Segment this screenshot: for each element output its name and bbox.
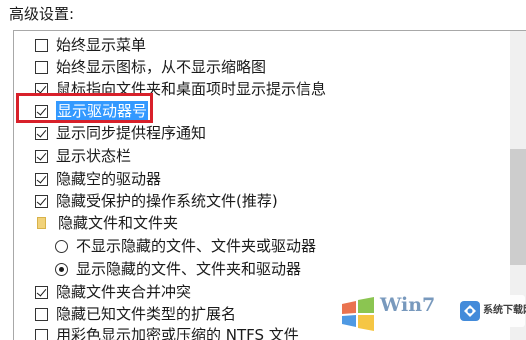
option-hide-protected-os-files[interactable]: 隐藏受保护的操作系统文件(推荐) <box>35 190 278 212</box>
group-label: 隐藏文件和文件夹 <box>58 214 179 232</box>
option-label: 始终显示菜单 <box>56 36 147 54</box>
advanced-settings-panel: 高级设置: 始终显示菜单 始终显示图标，从不显示缩略图 鼠标指向文件夹和桌面项时… <box>0 0 526 340</box>
option-label: 显示状态栏 <box>56 147 132 165</box>
checkbox-show-status-bar[interactable] <box>35 149 48 163</box>
folder-icon <box>37 217 46 229</box>
checkbox-always-show-icons[interactable] <box>35 60 48 74</box>
option-label: 始终显示图标，从不显示缩略图 <box>56 58 267 76</box>
option-label: 隐藏已知文件类型的扩展名 <box>56 305 237 323</box>
checkbox-hide-empty-drives[interactable] <box>35 172 48 186</box>
option-label: 隐藏文件夹合并冲突 <box>56 283 192 301</box>
option-label: 隐藏受保护的操作系统文件(推荐) <box>56 192 278 210</box>
checkbox-hide-extensions[interactable] <box>35 307 48 321</box>
windows-logo-icon <box>342 297 374 331</box>
option-dont-show-hidden[interactable]: 不显示隐藏的文件、文件夹或驱动器 <box>55 235 316 257</box>
option-label: 不显示隐藏的文件、文件夹或驱动器 <box>76 237 317 255</box>
option-hide-extensions[interactable]: 隐藏已知文件类型的扩展名 <box>35 303 236 325</box>
option-hide-folder-merge-conflicts[interactable]: 隐藏文件夹合并冲突 <box>35 281 191 303</box>
checkbox-show-sync-provider-notifications[interactable] <box>35 126 48 140</box>
option-show-status-bar[interactable]: 显示状态栏 <box>35 145 131 167</box>
highlight-annotation-box <box>16 93 153 123</box>
site-logo-icon <box>460 301 480 321</box>
watermark: Win7 系统下载网 <box>336 293 526 340</box>
group-hidden-files-and-folders: 隐藏文件和文件夹 <box>37 212 178 234</box>
option-label: 隐藏空的驱动器 <box>56 170 162 188</box>
watermark-badge-label: 系统下载网 <box>483 305 526 316</box>
radio-show-hidden[interactable] <box>55 262 68 276</box>
option-color-ntfs-files[interactable]: 用彩色显示加密或压缩的 NTFS 文件 <box>35 324 299 340</box>
option-label: 显示同步提供程序通知 <box>56 124 207 142</box>
checkbox-hide-protected-os-files[interactable] <box>35 194 48 208</box>
watermark-text: Win7 <box>380 294 436 316</box>
radio-dont-show-hidden[interactable] <box>55 239 68 253</box>
option-show-sync-provider-notifications[interactable]: 显示同步提供程序通知 <box>35 122 206 144</box>
option-label: 用彩色显示加密或压缩的 NTFS 文件 <box>56 326 299 340</box>
scrollbar-thumb[interactable] <box>510 149 526 265</box>
option-show-hidden[interactable]: 显示隐藏的文件、文件夹和驱动器 <box>55 258 301 280</box>
option-always-show-icons[interactable]: 始终显示图标，从不显示缩略图 <box>35 56 266 78</box>
checkbox-hide-folder-merge-conflicts[interactable] <box>35 285 48 299</box>
section-title: 高级设置: <box>9 5 75 23</box>
checkbox-color-ntfs-files[interactable] <box>35 328 48 340</box>
watermark-badge: 系统下载网 <box>455 295 526 327</box>
option-always-show-menus[interactable]: 始终显示菜单 <box>35 34 146 56</box>
option-hide-empty-drives[interactable]: 隐藏空的驱动器 <box>35 168 161 190</box>
option-label: 显示隐藏的文件、文件夹和驱动器 <box>76 260 302 278</box>
checkbox-always-show-menus[interactable] <box>35 38 48 52</box>
